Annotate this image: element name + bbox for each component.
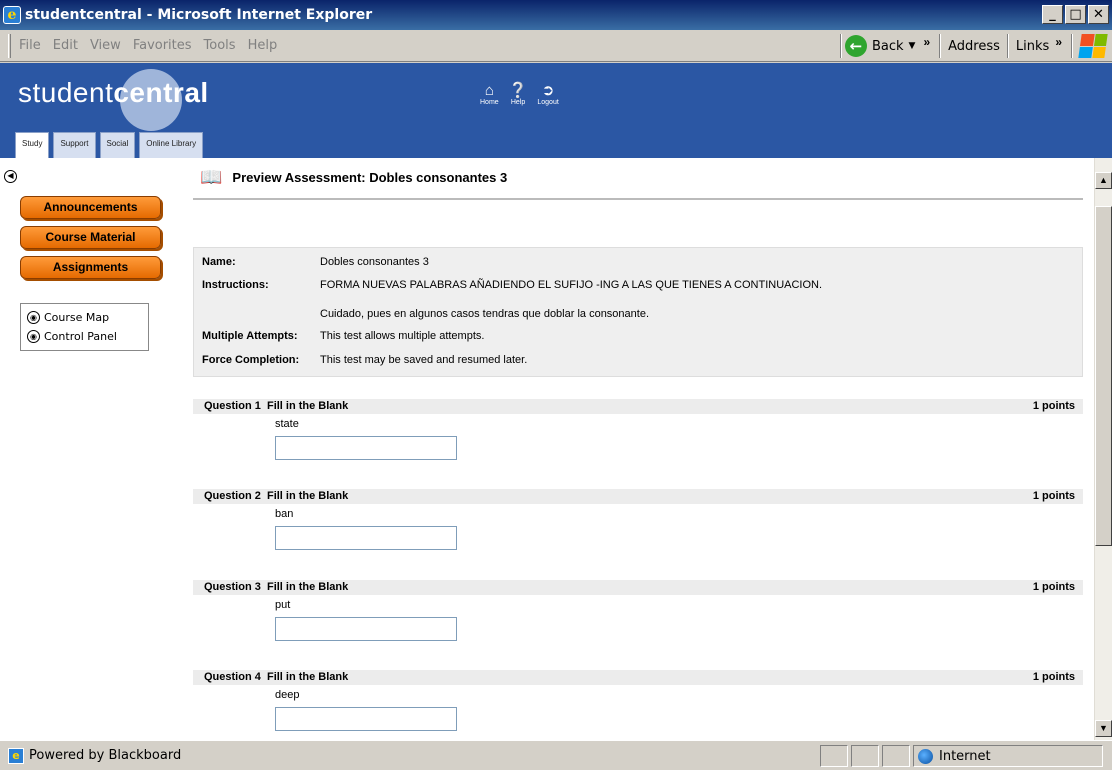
back-arrow-icon: ← <box>844 35 867 57</box>
site-header: studentcentral ⌂ Home ❔ Help ➲ Logout St… <box>0 63 1112 158</box>
question-header: Question 3 Fill in the Blank 1 points <box>193 580 1083 595</box>
home-link[interactable]: ⌂ Home <box>480 82 499 107</box>
back-button[interactable]: ← Back ▼ <box>844 35 916 57</box>
address-button[interactable]: Address <box>948 39 1000 54</box>
links-chevron-icon[interactable]: » <box>1055 35 1062 49</box>
scroll-thumb[interactable] <box>1095 206 1112 546</box>
tab-online-library[interactable]: Online Library <box>139 132 204 158</box>
info-instructions: Instructions: FORMA NUEVAS PALABRAS AÑADI… <box>202 279 823 291</box>
answer-input-4[interactable] <box>275 707 457 731</box>
info-instructions-note: Cuidado, pues en algunos casos tendras q… <box>320 308 650 320</box>
status-bar: e Powered by Blackboard Internet <box>0 740 1112 770</box>
status-text: Powered by Blackboard <box>29 748 182 763</box>
question-header: Question 4 Fill in the Blank 1 points <box>193 670 1083 685</box>
book-icon: 📖 <box>200 167 223 187</box>
logout-icon: ➲ <box>541 82 555 99</box>
assignments-button[interactable]: Assignments <box>20 256 161 279</box>
help-link[interactable]: ❔ Help <box>508 82 528 107</box>
close-button[interactable]: ✕ <box>1088 5 1109 24</box>
course-tools: ◉ Course Map ◉ Control Panel <box>20 303 149 351</box>
collapse-menu-icon[interactable]: ◀ <box>4 170 17 183</box>
info-force-completion: Force Completion: This test may be saved … <box>202 354 528 366</box>
logout-link[interactable]: ➲ Logout <box>537 82 558 107</box>
question-4: Question 4 Fill in the Blank 1 points de… <box>193 670 1083 731</box>
announcements-button[interactable]: Announcements <box>20 196 161 219</box>
page-icon: e <box>8 747 24 764</box>
globe-icon <box>918 749 933 764</box>
course-map-link[interactable]: ◉ Course Map <box>27 308 142 327</box>
scroll-up-icon[interactable]: ▲ <box>1095 172 1112 189</box>
ie-icon: e <box>3 6 21 24</box>
window-title: studentcentral - Microsoft Internet Expl… <box>25 7 373 23</box>
answer-input-1[interactable] <box>275 436 457 460</box>
tab-support[interactable]: Support <box>53 132 96 158</box>
studentcentral-logo: studentcentral <box>18 69 209 131</box>
menu-tools[interactable]: Tools <box>204 38 236 53</box>
menu-edit[interactable]: Edit <box>53 38 78 53</box>
links-button[interactable]: Links <box>1016 39 1049 54</box>
question-1: Question 1 Fill in the Blank 1 points st… <box>193 399 1083 460</box>
question-word: state <box>275 418 299 430</box>
tab-social[interactable]: Social <box>99 132 136 158</box>
assessment-info: Name: Dobles consonantes 3 Instructions: F… <box>193 247 1083 377</box>
course-map-icon: ◉ <box>27 311 40 324</box>
home-icon: ⌂ <box>484 82 494 99</box>
menu-favorites[interactable]: Favorites <box>133 38 192 53</box>
info-name: Name: Dobles consonantes 3 <box>202 256 429 268</box>
maximize-button[interactable]: □ <box>1065 5 1086 24</box>
tab-bar: Study Support Social Online Library <box>15 132 204 158</box>
security-zone: Internet <box>913 745 1103 767</box>
scroll-down-icon[interactable]: ▼ <box>1095 720 1112 737</box>
question-points: 1 points <box>1032 671 1075 683</box>
back-label: Back <box>871 38 904 54</box>
page-title: 📖 Preview Assessment: Dobles consonantes… <box>200 167 508 187</box>
control-panel-link[interactable]: ◉ Control Panel <box>27 327 142 346</box>
answer-input-2[interactable] <box>275 526 457 550</box>
question-points: 1 points <box>1032 581 1075 593</box>
question-points: 1 points <box>1032 490 1075 502</box>
info-attempts: Multiple Attempts: This test allows multi… <box>202 330 485 342</box>
question-points: 1 points <box>1032 400 1075 412</box>
answer-input-3[interactable] <box>275 617 457 641</box>
top-navigation: ⌂ Home ❔ Help ➲ Logout <box>480 82 559 107</box>
menu-help[interactable]: Help <box>248 38 278 53</box>
course-material-button[interactable]: Course Material <box>20 226 161 249</box>
chevron-more-icon[interactable]: » <box>923 35 930 49</box>
windows-logo-icon <box>1078 34 1108 58</box>
control-panel-icon: ◉ <box>27 330 40 343</box>
window-titlebar: e studentcentral - Microsoft Internet Ex… <box>0 0 1112 30</box>
title-divider <box>193 198 1083 200</box>
question-header: Question 1 Fill in the Blank 1 points <box>193 399 1083 414</box>
menu-file[interactable]: File <box>19 38 41 53</box>
question-2: Question 2 Fill in the Blank 1 points ba… <box>193 489 1083 550</box>
help-icon: ❔ <box>508 82 528 99</box>
tab-study[interactable]: Study <box>15 132 50 158</box>
vertical-scrollbar[interactable]: ▲ ▼ <box>1094 158 1112 740</box>
question-word: deep <box>275 689 300 701</box>
question-header: Question 2 Fill in the Blank 1 points <box>193 489 1083 504</box>
dropdown-arrow-icon[interactable]: ▼ <box>909 41 916 51</box>
question-word: ban <box>275 508 294 520</box>
question-3: Question 3 Fill in the Blank 1 points pu… <box>193 580 1083 641</box>
question-word: put <box>275 599 291 611</box>
menu-bar: File Edit View Favorites Tools Help ← Ba… <box>0 30 1112 62</box>
main-content: ◀ Announcements Course Material Assignme… <box>0 158 1094 740</box>
minimize-button[interactable]: _ <box>1042 5 1063 24</box>
menu-view[interactable]: View <box>90 38 121 53</box>
